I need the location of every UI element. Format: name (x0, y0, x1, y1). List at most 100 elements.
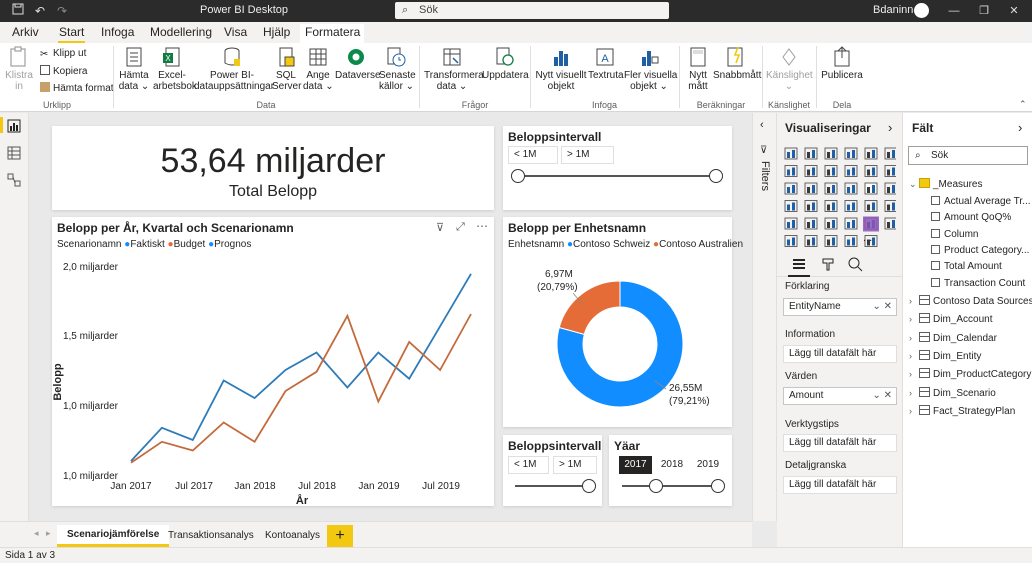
redo-icon[interactable]: ↷ (54, 3, 70, 19)
filter-icon[interactable]: ⊽ (436, 221, 444, 234)
table-item[interactable]: › Dim_Entity (909, 349, 981, 363)
fields-search-input[interactable]: ⌕ Sök (908, 146, 1028, 165)
slider-min-handle[interactable] (511, 169, 525, 183)
r-visual-icon[interactable] (824, 217, 838, 230)
line-chart-icon[interactable] (784, 165, 798, 177)
100-bar-icon[interactable] (864, 147, 878, 160)
gauge-icon[interactable] (844, 200, 858, 212)
table-item[interactable]: › Fact_StrategyPlan (909, 404, 1015, 418)
slider-min-handle[interactable] (649, 479, 663, 493)
tab-arkiv[interactable]: Arkiv (7, 24, 44, 43)
measure-field[interactable]: Transaction Count (931, 277, 1025, 291)
scroll-right-icon[interactable]: ▸ (46, 528, 51, 539)
amount-range-slicer-2[interactable]: Beloppsintervall < 1M > 1M (503, 435, 602, 506)
power-bi-datasets-button[interactable]: Power BI- datauppsättningar (194, 45, 274, 92)
line-chart-visual[interactable]: Belopp per År, Kvartal och Scenarionamn … (52, 217, 494, 506)
area-chart-icon[interactable] (804, 165, 818, 177)
tooltips-well[interactable]: Lägg till datafält här (783, 434, 897, 452)
table-item[interactable]: › Dim_Calendar (909, 331, 997, 345)
table-icon[interactable] (784, 217, 798, 230)
checkbox[interactable] (931, 212, 940, 222)
scroll-left-icon[interactable]: ◂ (34, 528, 39, 539)
chevron-right-icon[interactable]: › (1018, 120, 1022, 135)
slicer-max-input[interactable]: > 1M (561, 146, 614, 164)
new-visual-button[interactable]: Nytt visuellt objekt (535, 45, 587, 92)
tab-modellering[interactable]: Modellering (145, 24, 217, 43)
sql-server-button[interactable]: SQL Server (272, 45, 301, 92)
year-2019[interactable]: 2019 (691, 456, 725, 474)
decomposition-icon[interactable] (884, 217, 896, 230)
legend-item-schweiz[interactable]: Contoso Schweiz (573, 239, 650, 250)
quick-measure-button[interactable]: Snabbmått (713, 45, 761, 81)
save-icon[interactable] (10, 3, 26, 19)
donut-chart-visual[interactable]: Belopp per Enhetsnamn Enhetsnamn ●Contos… (503, 217, 743, 427)
paste-button[interactable]: Klistra in (3, 45, 35, 92)
filters-pane-collapsed[interactable]: ‹ ⊽ Filters (752, 113, 777, 521)
python-visual-icon[interactable] (844, 217, 858, 230)
format-painter-button[interactable]: Hämta format (40, 82, 114, 95)
year-slicer[interactable]: Yäar 2017 2018 2019 (609, 435, 732, 506)
cut-button[interactable]: ✂ Klipp ut (40, 48, 86, 60)
enter-data-button[interactable]: Ange data ⌄ (303, 45, 334, 92)
avatar[interactable] (914, 3, 929, 18)
year-2017[interactable]: 2017 (619, 456, 652, 474)
dropdown-remove-icon[interactable]: ⌄ ✕ (872, 388, 892, 404)
stacked-column-icon[interactable] (804, 147, 818, 160)
tab-formatera[interactable]: Formatera (300, 24, 364, 43)
line-column-icon[interactable] (844, 165, 858, 177)
stacked-area-icon[interactable] (824, 165, 838, 177)
kpi-card[interactable]: 53,64 miljarder Total Belopp (52, 126, 494, 210)
minimize-icon[interactable]: — (944, 3, 964, 19)
checkbox[interactable] (931, 261, 940, 271)
textbox-button[interactable]: A Textruta (588, 45, 624, 81)
measure-field[interactable]: Actual Average Tr... (931, 195, 1031, 209)
narrative-icon[interactable] (804, 235, 818, 247)
sensitivity-button[interactable]: Känslighet ⌄ (766, 45, 813, 92)
collapse-ribbon-icon[interactable]: ⌃ (1019, 99, 1027, 110)
table-item[interactable]: › Dim_Scenario (909, 386, 996, 400)
user-name[interactable]: Bdaninn (873, 4, 913, 16)
dropdown-remove-icon[interactable]: ⌄ ✕ (872, 299, 892, 315)
measure-field[interactable]: Amount QoQ% (931, 211, 1011, 225)
matrix-icon[interactable] (804, 217, 818, 230)
measure-field[interactable]: Total Amount (931, 260, 1002, 274)
data-view-icon[interactable] (7, 146, 21, 160)
tab-infoga[interactable]: Infoga (96, 24, 139, 43)
table-item[interactable]: › Dim_ProductCategory (909, 367, 1031, 381)
card-icon[interactable] (864, 200, 878, 212)
slicer-min-input[interactable]: < 1M (508, 146, 558, 164)
shape-map-icon[interactable] (824, 200, 838, 212)
page-tab-transactions[interactable]: Transaktionsanalys (158, 525, 264, 547)
dataverse-button[interactable]: Dataverse (335, 45, 381, 81)
legend-item-forecast[interactable]: Prognos (214, 239, 251, 250)
checkbox[interactable] (931, 228, 940, 238)
series-line-budget[interactable] (130, 313, 472, 464)
more-options-icon[interactable]: ⋯ (476, 219, 488, 233)
recent-sources-button[interactable]: Senaste källor ⌄ (379, 45, 416, 92)
map-icon[interactable] (784, 200, 798, 212)
undo-icon[interactable]: ↶ (32, 3, 48, 19)
report-view-icon[interactable] (7, 119, 21, 133)
qa-icon[interactable] (784, 235, 798, 247)
measure-field[interactable]: Column (931, 228, 978, 242)
page-tab-scenario[interactable]: Scenariojämförelse (57, 525, 170, 547)
tab-start[interactable]: Start (54, 24, 89, 43)
slider-max-handle[interactable] (709, 169, 723, 183)
legend-item-australien[interactable]: Contoso Australien (659, 239, 743, 250)
model-view-icon[interactable] (7, 173, 21, 187)
filled-map-icon[interactable] (804, 200, 818, 212)
slicer-min-input[interactable]: < 1M (508, 456, 549, 474)
table-item[interactable]: › Dim_Account (909, 312, 992, 326)
format-tab-icon[interactable] (820, 256, 836, 272)
checkbox[interactable] (931, 244, 940, 254)
series-line-faktiskt[interactable] (130, 273, 472, 462)
chevron-right-icon[interactable]: › (888, 120, 892, 135)
page-tab-accounts[interactable]: Kontoanalys (255, 525, 330, 547)
checkbox[interactable] (931, 277, 940, 287)
paginated-icon[interactable] (824, 235, 838, 247)
refresh-button[interactable]: Uppdatera (482, 45, 529, 81)
slicer-max-input[interactable]: > 1M (553, 456, 597, 474)
power-apps-icon[interactable] (844, 235, 858, 247)
slider-max-handle[interactable] (711, 479, 725, 493)
new-measure-button[interactable]: Nytt mått (684, 45, 712, 92)
